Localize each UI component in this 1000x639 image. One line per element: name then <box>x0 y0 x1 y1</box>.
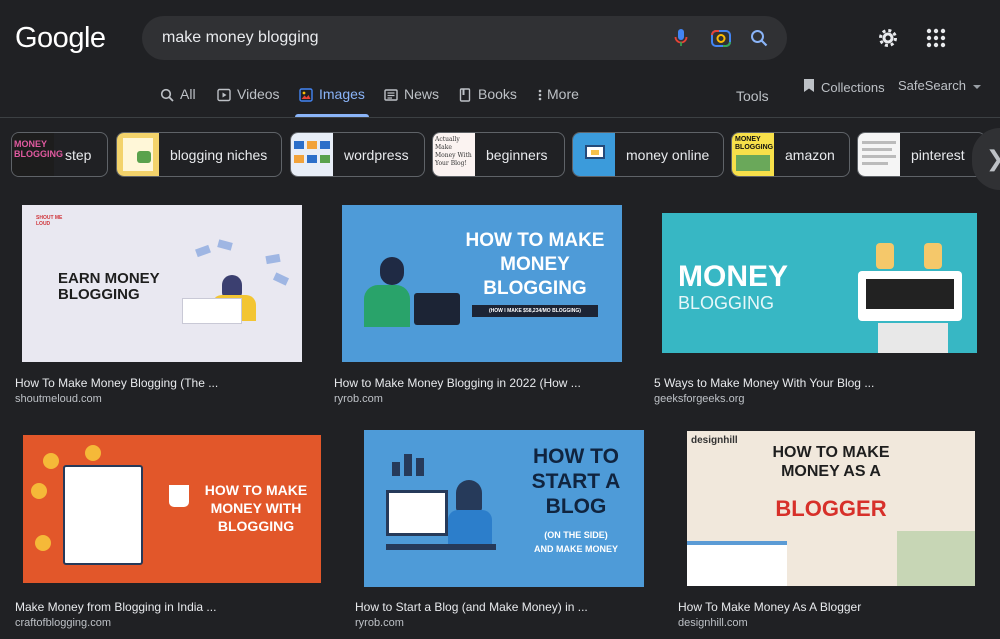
more-vert-icon <box>537 88 543 102</box>
laptop-illustration <box>858 243 968 353</box>
result-source[interactable]: craftofblogging.com <box>15 617 111 629</box>
chip-pinterest[interactable]: pinterest <box>857 132 986 177</box>
thumbnail-subheadline: (HOW I MAKE $58,234/MO BLOGGING) <box>472 305 598 317</box>
thumbnail-headline: EARN MONEY BLOGGING <box>58 270 160 303</box>
collections-button[interactable]: Collections <box>803 78 885 96</box>
safesearch-button[interactable]: SafeSearch <box>898 78 981 93</box>
play-icon <box>217 88 231 102</box>
desk-illustration <box>386 480 496 560</box>
coins-illustration <box>29 445 119 575</box>
chip-thumb-text: MONEY BLOGGING <box>735 136 774 151</box>
collections-label: Collections <box>821 79 885 95</box>
result-title[interactable]: 5 Ways to Make Money With Your Blog ... <box>654 376 874 390</box>
tab-label: Videos <box>237 86 280 102</box>
tab-images[interactable]: Images <box>295 86 369 117</box>
mug-illustration <box>169 485 189 507</box>
result-source[interactable]: designhill.com <box>678 617 748 629</box>
chip-label: blogging niches <box>170 146 268 163</box>
chip-label: amazon <box>785 146 835 163</box>
result-thumbnail[interactable]: designhill HOW TO MAKE MONEY AS A BLOGGE… <box>687 431 975 586</box>
chip-label: wordpress <box>344 146 409 163</box>
thumbnail-subheadline: BLOGGING <box>678 293 775 313</box>
chip-thumb-text: MONEY BLOGGING <box>14 139 63 159</box>
tab-news[interactable]: News <box>384 86 439 116</box>
bookmark-icon <box>803 78 815 96</box>
tab-videos[interactable]: Videos <box>217 86 280 116</box>
chip-thumbnail: MONEY BLOGGING <box>732 133 774 176</box>
brand-logo: designhill <box>691 435 738 446</box>
chip-step[interactable]: MONEY BLOGGING step <box>11 132 108 177</box>
result-thumbnail[interactable]: HOW TO START A BLOG (ON THE SIDE) AND MA… <box>364 430 644 587</box>
header-divider <box>0 117 1000 118</box>
tools-button[interactable]: Tools <box>736 88 769 104</box>
result-source[interactable]: shoutmeloud.com <box>15 393 102 405</box>
chevron-down-icon <box>972 78 981 93</box>
tab-label: All <box>180 86 196 102</box>
tab-label: News <box>404 86 440 102</box>
newspaper-icon <box>384 88 398 102</box>
notebook-illustration <box>687 541 787 586</box>
search-icon[interactable] <box>747 26 771 50</box>
chip-amazon[interactable]: MONEY BLOGGING amazon <box>731 132 850 177</box>
tab-more[interactable]: More <box>537 86 579 116</box>
tab-label: Books <box>478 86 517 102</box>
thumbnail-headline-2: BLOGGER <box>775 496 887 521</box>
result-thumbnail[interactable]: MONEY BLOGGING <box>662 213 977 353</box>
gear-icon[interactable] <box>876 26 900 50</box>
money-illustration <box>897 531 975 586</box>
chip-blogging-niches[interactable]: blogging niches <box>116 132 282 177</box>
chevron-right-icon: ❯ <box>986 146 1000 172</box>
image-icon <box>299 88 313 102</box>
tab-books[interactable]: Books <box>458 86 517 116</box>
search-box[interactable]: make money blogging <box>142 16 787 60</box>
chip-thumbnail <box>117 133 159 176</box>
tab-all[interactable]: All <box>160 86 196 116</box>
laptop-illustration <box>414 293 460 325</box>
result-thumbnail[interactable]: HOW TO MAKE MONEY BLOGGING (HOW I MAKE $… <box>342 205 622 362</box>
tab-label: Images <box>319 86 365 102</box>
chip-thumbnail <box>291 133 333 176</box>
laptop-illustration <box>182 298 242 324</box>
result-source[interactable]: geeksforgeeks.org <box>654 393 745 405</box>
thumbnail-subheadline: (ON THE SIDE) <box>544 530 608 540</box>
money-illustration <box>192 239 292 286</box>
thumbnail-subheadline-2: AND MAKE MONEY <box>533 544 618 554</box>
apps-grid-icon[interactable] <box>924 26 948 50</box>
camera-lens-icon[interactable] <box>709 26 733 50</box>
google-logo[interactable]: Google <box>15 22 106 55</box>
result-source[interactable]: ryrob.com <box>355 617 404 629</box>
thumbnail-headline: HOW TO START A BLOG <box>531 445 621 518</box>
thumbnail-headline: MONEY <box>678 260 789 293</box>
chip-money-online[interactable]: money online <box>572 132 724 177</box>
chip-thumbnail: Actually Make Money With Your Blog! <box>433 133 475 176</box>
search-icon <box>160 88 174 102</box>
search-input[interactable]: make money blogging <box>162 29 319 47</box>
result-title[interactable]: How to Start a Blog (and Make Money) in … <box>355 600 588 614</box>
book-icon <box>458 88 472 102</box>
thumbnail-headline: HOW TO MAKE MONEY WITH BLOGGING <box>204 482 308 534</box>
chip-label: beginners <box>486 146 548 163</box>
chip-wordpress[interactable]: wordpress <box>290 132 425 177</box>
result-source[interactable]: ryrob.com <box>334 393 383 405</box>
result-title[interactable]: How To Make Money As A Blogger <box>678 600 861 614</box>
chip-thumbnail: MONEY BLOGGING <box>12 133 63 176</box>
chip-thumbnail <box>858 133 900 176</box>
brand-logo: SHOUT ME LOUD <box>36 215 63 227</box>
chip-beginners[interactable]: Actually Make Money With Your Blog! begi… <box>432 132 565 177</box>
safesearch-label: SafeSearch <box>898 78 966 93</box>
chip-label: money online <box>626 146 710 163</box>
thumbnail-headline: HOW TO MAKE MONEY BLOGGING <box>465 230 605 299</box>
chip-thumbnail <box>573 133 615 176</box>
tab-label: More <box>547 86 579 102</box>
microphone-icon[interactable] <box>669 26 693 50</box>
thumbnail-headline: HOW TO MAKE MONEY AS A <box>772 444 890 480</box>
result-thumbnail[interactable]: HOW TO MAKE MONEY WITH BLOGGING <box>23 435 321 583</box>
chip-label: pinterest <box>911 146 965 163</box>
bar-icon-illustration <box>392 452 442 476</box>
result-title[interactable]: How to Make Money Blogging in 2022 (How … <box>334 376 581 390</box>
chip-thumb-text: Actually Make Money With Your Blog! <box>435 136 472 167</box>
result-thumbnail[interactable]: SHOUT ME LOUD EARN MONEY BLOGGING <box>22 205 302 362</box>
result-title[interactable]: How To Make Money Blogging (The ... <box>15 376 218 390</box>
result-title[interactable]: Make Money from Blogging in India ... <box>15 600 216 614</box>
